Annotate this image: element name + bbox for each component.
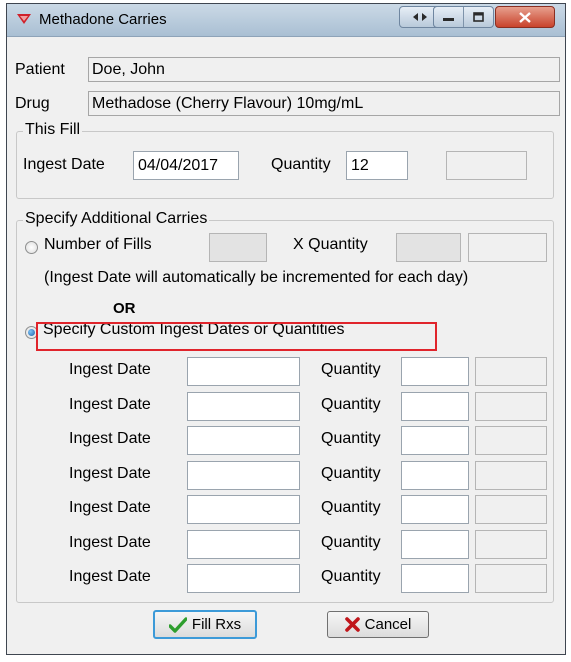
row-extra-field: [475, 391, 547, 421]
drug-label: Drug: [15, 95, 50, 112]
row-ingest-date-input[interactable]: [187, 357, 300, 386]
this-fill-title: This Fill: [23, 121, 83, 139]
additional-quantity-input: [396, 233, 461, 262]
left-right-arrows-icon: [413, 13, 428, 21]
custom-option-highlight: [36, 322, 437, 351]
this-fill-quantity-label: Quantity: [271, 156, 331, 173]
this-fill-extra-field: [446, 151, 527, 180]
row-quantity-label: Quantity: [321, 395, 381, 413]
row-quantity-input[interactable]: [401, 460, 469, 490]
row-ingest-date-input[interactable]: [187, 460, 300, 490]
row-ingest-date-input[interactable]: [187, 529, 300, 559]
cancel-label: Cancel: [364, 616, 412, 633]
row-quantity-label: Quantity: [321, 430, 381, 447]
row-ingest-date-label: Ingest Date: [69, 430, 151, 447]
patient-field: Doe, John: [88, 57, 560, 82]
row-quantity-input[interactable]: [401, 426, 469, 455]
fill-rxs-button[interactable]: Fill Rxs: [153, 610, 257, 639]
row-extra-field: [475, 426, 547, 455]
row-extra-field: [475, 495, 547, 524]
patient-label: Patient: [15, 61, 65, 78]
cancel-button[interactable]: Cancel: [327, 611, 429, 638]
row-quantity-label: Quantity: [321, 464, 381, 482]
row-quantity-label: Quantity: [321, 568, 381, 585]
row-quantity-input[interactable]: [401, 495, 469, 524]
number-of-fills-input: [209, 233, 267, 262]
or-label: OR: [113, 300, 136, 317]
row-ingest-date-label: Ingest Date: [69, 395, 151, 413]
minimize-button[interactable]: [434, 7, 464, 27]
row-extra-field: [475, 564, 547, 593]
row-extra-field: [475, 460, 547, 490]
row-quantity-input[interactable]: [401, 529, 469, 559]
row-ingest-date-label: Ingest Date: [69, 499, 151, 516]
row-ingest-date-label: Ingest Date: [69, 361, 151, 378]
row-ingest-date-label: Ingest Date: [69, 533, 151, 551]
row-quantity-input[interactable]: [401, 391, 469, 421]
row-quantity-label: Quantity: [321, 361, 381, 378]
row-ingest-date-input[interactable]: [187, 564, 300, 593]
this-fill-group: This Fill Ingest Date 04/04/2017 Quantit…: [16, 121, 554, 199]
row-quantity-input[interactable]: [401, 357, 469, 386]
additional-carries-group: Specify Additional Carries Number of Fil…: [16, 210, 554, 603]
this-fill-quantity-input[interactable]: 12: [346, 151, 408, 180]
row-quantity-input[interactable]: [401, 564, 469, 593]
methadone-carries-dialog: Methadone Carries Patient Doe, John Drug…: [6, 3, 566, 655]
auto-increment-note: (Ingest Date will automatically be incre…: [44, 269, 469, 286]
additional-carries-title: Specify Additional Carries: [23, 210, 210, 228]
close-icon: [519, 11, 531, 23]
row-ingest-date-label: Ingest Date: [69, 568, 151, 585]
row-ingest-date-input[interactable]: [187, 426, 300, 455]
this-fill-ingest-date-label: Ingest Date: [23, 156, 105, 173]
dialog-body: Patient Doe, John Drug Methadose (Cherry…: [7, 37, 565, 654]
maximize-button[interactable]: [464, 7, 493, 27]
number-of-fills-radio[interactable]: [25, 241, 38, 254]
methadone-app-icon: [17, 14, 31, 24]
row-quantity-label: Quantity: [321, 533, 381, 551]
window-controls: [433, 6, 494, 28]
row-ingest-date-input[interactable]: [187, 391, 300, 421]
x-quantity-label: X Quantity: [293, 236, 368, 253]
minimize-icon: [442, 18, 454, 21]
row-ingest-date-input[interactable]: [187, 495, 300, 524]
additional-quantity-extra-field: [468, 233, 547, 262]
row-ingest-date-label: Ingest Date: [69, 464, 151, 482]
number-of-fills-label: Number of Fills: [44, 236, 152, 253]
x-mark-icon: [344, 617, 360, 632]
drug-field: Methadose (Cherry Flavour) 10mg/mL: [88, 91, 560, 116]
row-extra-field: [475, 529, 547, 559]
fill-rxs-label: Fill Rxs: [191, 616, 242, 633]
this-fill-ingest-date-input[interactable]: 04/04/2017: [133, 151, 239, 180]
row-quantity-label: Quantity: [321, 499, 381, 516]
row-extra-field: [475, 357, 547, 386]
maximize-icon: [472, 12, 484, 22]
window-title: Methadone Carries: [39, 11, 167, 28]
title-bar[interactable]: Methadone Carries: [7, 4, 565, 37]
close-button[interactable]: [495, 6, 555, 28]
checkmark-icon: [168, 616, 187, 633]
